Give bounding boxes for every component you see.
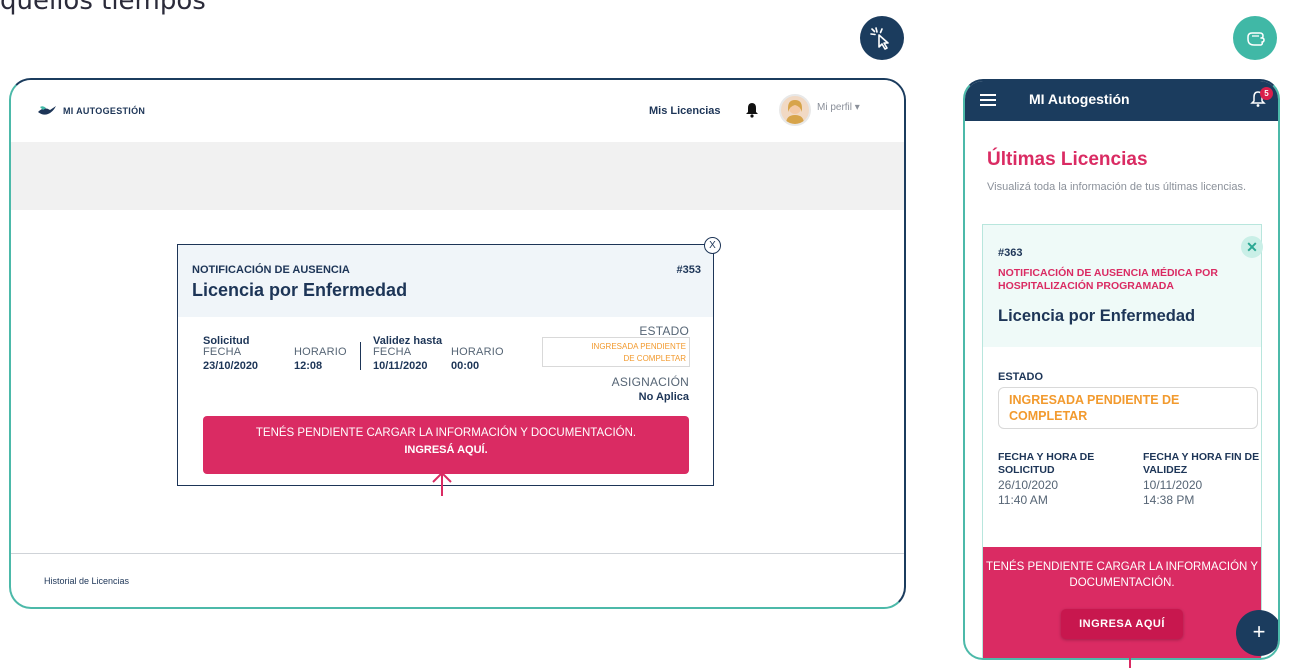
- solicitud-label: FECHA Y HORA DE SOLICITUD: [998, 451, 1095, 476]
- historial-link[interactable]: Historial de Licencias: [44, 576, 129, 586]
- asignacion-value: No Aplica: [638, 391, 689, 403]
- cta-message: TENÉS PENDIENTE CARGAR LA INFORMACIÓN Y …: [985, 561, 1258, 589]
- logo-text: MI AUTOGESTIÓN: [63, 106, 146, 116]
- logo-bird-icon: [38, 106, 56, 115]
- estado-label: ESTADO: [998, 371, 1044, 383]
- solicitud-date: 26/10/2020: [998, 478, 1059, 492]
- validez-horario: 00:00: [451, 360, 480, 372]
- profile-menu[interactable]: Mi perfil ▾: [817, 102, 860, 113]
- app-title: MI Autogestión: [1029, 91, 1130, 107]
- solicitud-fecha: 23/10/2020: [203, 360, 259, 372]
- card-title: Licencia por Enfermedad: [998, 307, 1196, 325]
- nav-mis-licencias[interactable]: Mis Licencias: [649, 105, 721, 117]
- validez-label: FECHA Y HORA FIN DE VALIDEZ: [1143, 451, 1260, 476]
- validez-horario-label: HORARIO: [451, 346, 504, 358]
- plus-icon[interactable]: +: [1236, 610, 1278, 656]
- license-card: #363 ✕ NOTIFICACIÓN DE AUSENCIA MÉDICA P…: [982, 224, 1263, 658]
- top-caption: quellos tiempos: [0, 0, 206, 16]
- page-title: Últimas Licencias: [987, 149, 1148, 170]
- ingresa-aqui-button[interactable]: INGRESA AQUÍ: [1061, 609, 1183, 639]
- cursor-click-icon: [860, 16, 904, 60]
- close-icon[interactable]: ✕: [1241, 236, 1263, 258]
- caret-down-icon: ▾: [854, 102, 860, 113]
- cta-message: TENÉS PENDIENTE CARGAR LA INFORMACIÓN Y …: [255, 427, 637, 439]
- validez-time: 14:38 PM: [1143, 493, 1195, 507]
- solicitud-horario-label: HORARIO: [294, 346, 347, 358]
- status-line-2: DE COMPLETAR: [623, 354, 686, 363]
- hamburger-menu-icon[interactable]: [980, 93, 996, 112]
- status-line-1: INGRESADA PENDIENTE: [591, 342, 686, 351]
- card-type: NOTIFICACIÓN DE AUSENCIA MÉDICA POR HOSP…: [998, 267, 1218, 292]
- notification-count-badge: 5: [1260, 87, 1273, 100]
- close-icon[interactable]: X: [704, 237, 721, 254]
- mobile-mockup: MI Autogestión 5 Últimas Licencias Visua…: [963, 79, 1280, 660]
- desktop-header: MI AUTOGESTIÓN Mis Licencias Mi perfil ▾: [11, 80, 904, 142]
- validez-fecha: 10/11/2020: [373, 360, 428, 372]
- asignacion-label: ASIGNACIÓN: [611, 375, 689, 389]
- card-number: #353: [676, 264, 701, 276]
- desktop-mockup: MI AUTOGESTIÓN Mis Licencias Mi perfil ▾…: [9, 78, 906, 609]
- card-type: NOTIFICACIÓN DE AUSENCIA: [192, 264, 350, 276]
- up-arrow-icon: [428, 470, 456, 503]
- validez-date: 10/11/2020: [1143, 478, 1203, 492]
- status-badge: INGRESADA PENDIENTE DE COMPLETAR: [542, 337, 690, 367]
- solicitud-time: 11:40 AM: [998, 493, 1048, 507]
- touch-tap-icon: [1233, 16, 1277, 60]
- avatar[interactable]: [779, 94, 811, 126]
- complete-info-button[interactable]: TENÉS PENDIENTE CARGAR LA INFORMACIÓN Y …: [203, 416, 689, 474]
- profile-label: Mi perfil: [817, 102, 853, 113]
- bell-icon[interactable]: [745, 102, 759, 123]
- card-number: #363: [998, 247, 1023, 259]
- cta-link[interactable]: INGRESÁ AQUÍ.: [203, 444, 689, 456]
- footer-divider: [11, 553, 904, 554]
- up-arrow-icon: [1119, 640, 1141, 671]
- status-badge: INGRESADA PENDIENTE DE COMPLETAR: [998, 387, 1258, 429]
- page-subtitle: Visualizá toda la información de tus últ…: [987, 181, 1247, 193]
- divider: [360, 342, 361, 370]
- estado-label: ESTADO: [639, 324, 689, 338]
- mobile-topbar: MI Autogestión 5: [965, 81, 1278, 121]
- card-title: Licencia por Enfermedad: [192, 280, 408, 300]
- solicitud-horario: 12:08: [294, 360, 323, 372]
- desktop-banner-band: [11, 142, 904, 210]
- solicitud-fecha-label: FECHA: [203, 346, 242, 358]
- validez-fecha-label: FECHA: [373, 346, 412, 358]
- license-card: NOTIFICACIÓN DE AUSENCIA Licencia por En…: [177, 237, 721, 486]
- logo[interactable]: MI AUTOGESTIÓN: [37, 104, 145, 118]
